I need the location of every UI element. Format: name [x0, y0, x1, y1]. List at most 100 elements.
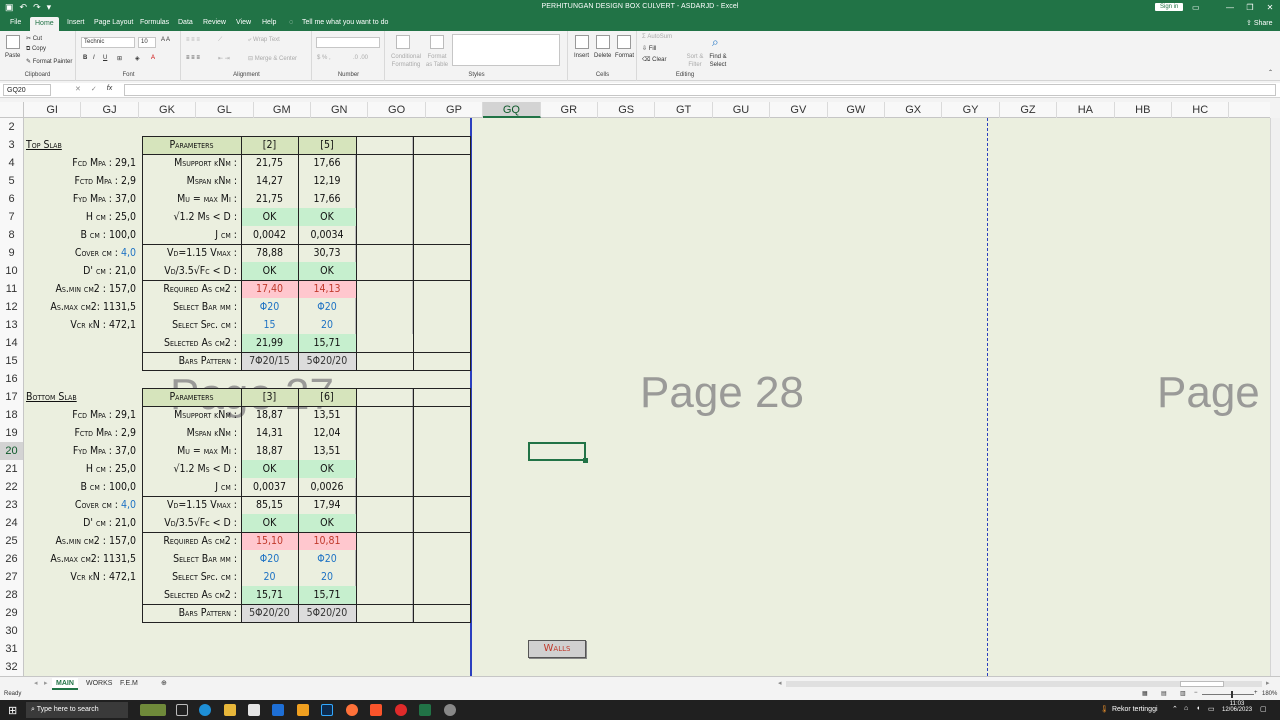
scroll-right-icon[interactable]: ▸	[1262, 678, 1274, 690]
font-grow-icon[interactable]: A A	[161, 37, 170, 43]
column-header[interactable]: GX	[885, 102, 943, 118]
walls-button[interactable]: Walls	[528, 640, 586, 658]
active-cell-cursor[interactable]	[528, 442, 586, 461]
row-header[interactable]: 16	[0, 370, 23, 388]
sign-in-button[interactable]: Sign in	[1155, 3, 1184, 11]
next-sheet-icon[interactable]: ▸	[40, 678, 52, 690]
chrome-icon[interactable]	[444, 704, 456, 716]
column-header[interactable]: GV	[770, 102, 828, 118]
worksheet-grid[interactable]: Page 27 Page 28 Page Top SlabFcd Mpa : 2…	[24, 118, 1270, 676]
param-value[interactable]: 472,1	[109, 319, 136, 331]
sort-filter-button[interactable]: Sort & Filter	[686, 53, 704, 69]
row-header[interactable]: 29	[0, 604, 23, 622]
volume-icon[interactable]: ◖	[1196, 705, 1200, 712]
column-header[interactable]: GN	[311, 102, 369, 118]
format-painter-button[interactable]: ✎ Format Painter	[26, 58, 72, 65]
column-header[interactable]: GU	[713, 102, 771, 118]
fill-color-icon[interactable]: ◈	[135, 55, 140, 62]
column-header[interactable]: GQ	[483, 102, 541, 118]
italic-icon[interactable]: I	[93, 55, 95, 61]
paste-button[interactable]: Paste	[5, 53, 20, 59]
page-layout-view-icon[interactable]: ▤	[1161, 690, 1167, 697]
search-highlight-icon[interactable]	[140, 704, 166, 716]
cancel-icon[interactable]: ✕	[75, 85, 81, 93]
find-icon[interactable]: ⌕	[712, 35, 719, 50]
fill-button[interactable]: ⇩ Fill	[642, 45, 656, 52]
sublime-icon[interactable]	[297, 704, 309, 716]
scroll-left-icon[interactable]: ◂	[774, 678, 786, 690]
mail-icon[interactable]	[272, 704, 284, 716]
clear-button[interactable]: ⌫ Clear	[642, 56, 667, 63]
cut-button[interactable]: ✂ Cut	[26, 35, 42, 42]
decimal-icon[interactable]: .0 .00	[353, 55, 368, 61]
column-header[interactable]: GM	[254, 102, 311, 118]
align-top-icon[interactable]: ≡ ≡ ≡	[186, 37, 200, 43]
column-header[interactable]: GL	[196, 102, 254, 118]
column-header[interactable]: GO	[368, 102, 426, 118]
row-header[interactable]: 17	[0, 388, 23, 406]
tab-data[interactable]: Data	[178, 19, 193, 26]
windows-start-icon[interactable]: ⊞	[8, 704, 17, 717]
row-header[interactable]: 13	[0, 316, 23, 334]
ribbon-options-icon[interactable]: ▭	[1192, 3, 1200, 12]
formula-input[interactable]	[124, 84, 1276, 96]
add-sheet-icon[interactable]: ⊕	[157, 678, 171, 690]
param-value[interactable]: 2,9	[121, 427, 136, 439]
column-header[interactable]: GW	[828, 102, 885, 118]
column-header[interactable]: GI	[24, 102, 82, 118]
battery-icon[interactable]: ▭	[1208, 705, 1215, 713]
param-value[interactable]: 21,0	[115, 517, 136, 529]
minimize-icon[interactable]: —	[1220, 0, 1240, 16]
delete-button[interactable]: Delete	[594, 53, 611, 59]
row-header[interactable]: 21	[0, 460, 23, 478]
tab-page-layout[interactable]: Page Layout	[94, 19, 133, 26]
row-header[interactable]: 11	[0, 280, 23, 298]
select-all-corner[interactable]	[0, 102, 24, 118]
row-header[interactable]: 31	[0, 640, 23, 658]
column-header[interactable]: GS	[598, 102, 656, 118]
column-header[interactable]: GT	[655, 102, 713, 118]
paste-icon[interactable]	[6, 35, 20, 49]
tab-insert[interactable]: Insert	[67, 19, 85, 26]
column-header[interactable]: GP	[426, 102, 484, 118]
row-header[interactable]: 30	[0, 622, 23, 640]
column-header[interactable]: HC	[1172, 102, 1230, 118]
excel-taskbar-icon[interactable]	[419, 704, 431, 716]
tab-home[interactable]: Home	[30, 17, 59, 31]
param-value[interactable]: 157,0	[109, 283, 136, 295]
param-value[interactable]: 21,0	[115, 265, 136, 277]
format-button[interactable]: Format	[615, 53, 634, 59]
cell-styles-gallery[interactable]	[452, 34, 560, 66]
param-value[interactable]: 1131,5	[103, 301, 136, 313]
percent-icon[interactable]: $ % ,	[317, 55, 331, 61]
close-icon[interactable]: ✕	[1260, 0, 1280, 16]
name-box[interactable]: GQ20	[3, 84, 51, 96]
file-explorer-icon[interactable]	[224, 704, 236, 716]
page-break-view-icon[interactable]: ▥	[1180, 690, 1186, 697]
column-header[interactable]: GY	[942, 102, 1000, 118]
find-select-button[interactable]: Find & Select	[706, 53, 730, 69]
row-header[interactable]: 26	[0, 550, 23, 568]
sheet-tab-fem[interactable]: F.E.M	[116, 678, 142, 690]
param-value[interactable]: 25,0	[115, 211, 136, 223]
param-value[interactable]: 29,1	[115, 157, 136, 169]
tab-formulas[interactable]: Formulas	[140, 19, 169, 26]
row-header[interactable]: 32	[0, 658, 23, 676]
restore-icon[interactable]: ❐	[1240, 0, 1260, 16]
column-header[interactable]: HA	[1057, 102, 1115, 118]
row-header[interactable]: 19	[0, 424, 23, 442]
photoshop-icon[interactable]	[321, 704, 333, 716]
param-value[interactable]: 157,0	[109, 535, 136, 547]
zoom-level[interactable]: 180%	[1262, 691, 1277, 697]
conditional-formatting-icon[interactable]	[396, 35, 410, 49]
row-header[interactable]: 18	[0, 406, 23, 424]
row-header[interactable]: 2	[0, 118, 23, 136]
zoom-slider[interactable]	[1202, 691, 1254, 698]
edge-icon[interactable]	[199, 704, 211, 716]
borders-icon[interactable]: ⊞	[117, 55, 122, 62]
row-header[interactable]: 9	[0, 244, 23, 262]
brave-icon[interactable]	[370, 704, 382, 716]
param-value[interactable]: 472,1	[109, 571, 136, 583]
copy-button[interactable]: ⧉ Copy	[26, 46, 46, 53]
fill-handle[interactable]	[583, 458, 588, 463]
